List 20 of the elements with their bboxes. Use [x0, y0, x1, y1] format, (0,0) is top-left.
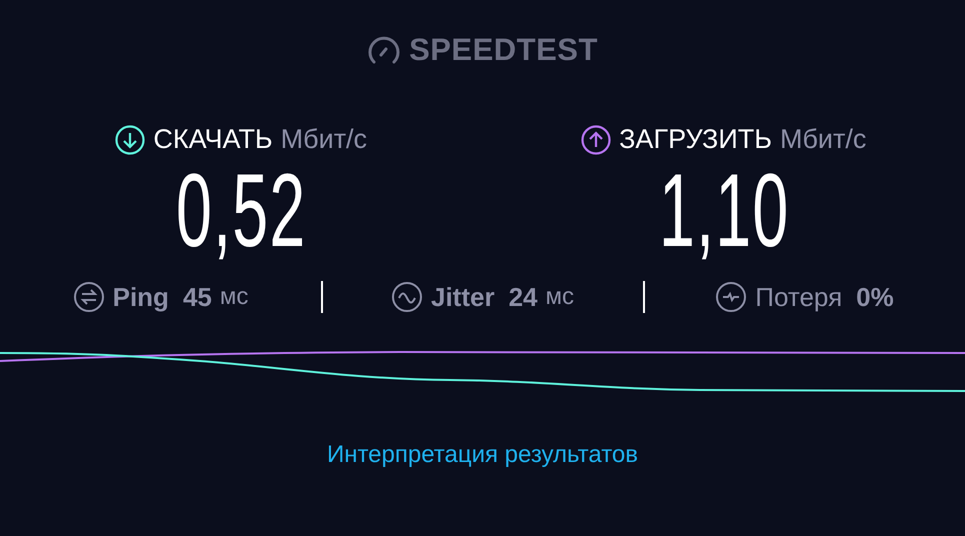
- metric-unit: мс: [546, 283, 574, 311]
- gauge-icon: [367, 35, 402, 65]
- metric-value: 24: [508, 282, 538, 312]
- results-link[interactable]: Интерпретация результатов: [326, 441, 638, 469]
- speed-value: 1,10: [658, 159, 789, 263]
- speed-unit: Мбит/с: [280, 124, 368, 155]
- metric-label: Jitter: [431, 282, 495, 312]
- ping-icon: [72, 281, 105, 313]
- metric-label: Ping: [112, 282, 169, 312]
- wave-icon: [391, 281, 423, 313]
- speed-unit: Мбит/с: [780, 124, 866, 155]
- metric-label: Потеря: [755, 282, 842, 312]
- speed-label: ЗАГРУЗИТЬ: [619, 124, 772, 155]
- speed-label: СКАЧАТЬ: [153, 124, 273, 155]
- metric-value: 45: [182, 282, 212, 312]
- pulse-icon: [715, 281, 748, 313]
- logo-text: SPEEDTEST: [409, 32, 598, 68]
- metric-value: 0%: [856, 282, 894, 312]
- metric-unit: мс: [220, 283, 248, 311]
- speed-value: 0,52: [176, 159, 306, 263]
